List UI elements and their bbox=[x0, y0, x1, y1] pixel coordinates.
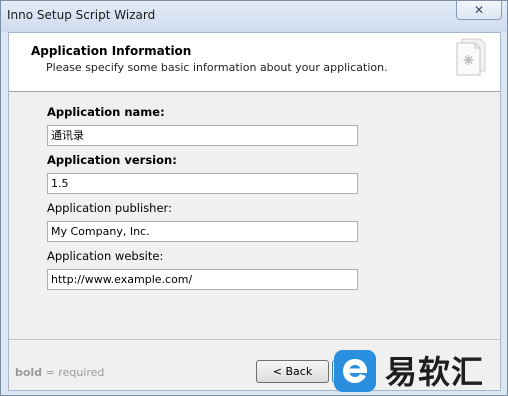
close-button[interactable]: ✕ bbox=[456, 1, 502, 20]
close-icon: ✕ bbox=[474, 3, 485, 17]
app-version-field[interactable]: 1.5 bbox=[47, 173, 358, 194]
title-bar[interactable]: Inno Setup Script Wizard ✕ bbox=[1, 1, 507, 32]
watermark-text: 易软汇 bbox=[385, 353, 485, 391]
footer-separator bbox=[9, 339, 500, 340]
watermark: 易软汇 bbox=[333, 349, 507, 395]
app-publisher-label: Application publisher: bbox=[47, 201, 172, 215]
legend-bold-text: bold bbox=[15, 366, 43, 379]
app-name-field[interactable]: 通讯录 bbox=[47, 125, 358, 146]
app-website-field[interactable]: http://www.example.com/ bbox=[47, 269, 358, 290]
app-publisher-field[interactable]: My Company, Inc. bbox=[47, 221, 358, 242]
app-name-label: Application name: bbox=[47, 105, 165, 119]
back-button[interactable]: < Back bbox=[256, 360, 329, 383]
app-version-label: Application version: bbox=[47, 153, 177, 167]
page-title: Application Information bbox=[31, 44, 192, 58]
wizard-header: Application Information Please specify s… bbox=[9, 33, 500, 92]
wizard-window: Inno Setup Script Wizard ✕ Application I… bbox=[0, 0, 508, 396]
watermark-logo-icon bbox=[334, 350, 376, 392]
window-title: Inno Setup Script Wizard bbox=[7, 8, 156, 22]
legend-rest-text: = required bbox=[42, 366, 105, 379]
document-icon bbox=[456, 38, 486, 76]
wizard-client-area: Application Information Please specify s… bbox=[8, 32, 501, 391]
page-subtitle: Please specify some basic information ab… bbox=[46, 61, 388, 74]
app-website-label: Application website: bbox=[47, 249, 164, 263]
required-legend: bold = required bbox=[15, 366, 104, 379]
